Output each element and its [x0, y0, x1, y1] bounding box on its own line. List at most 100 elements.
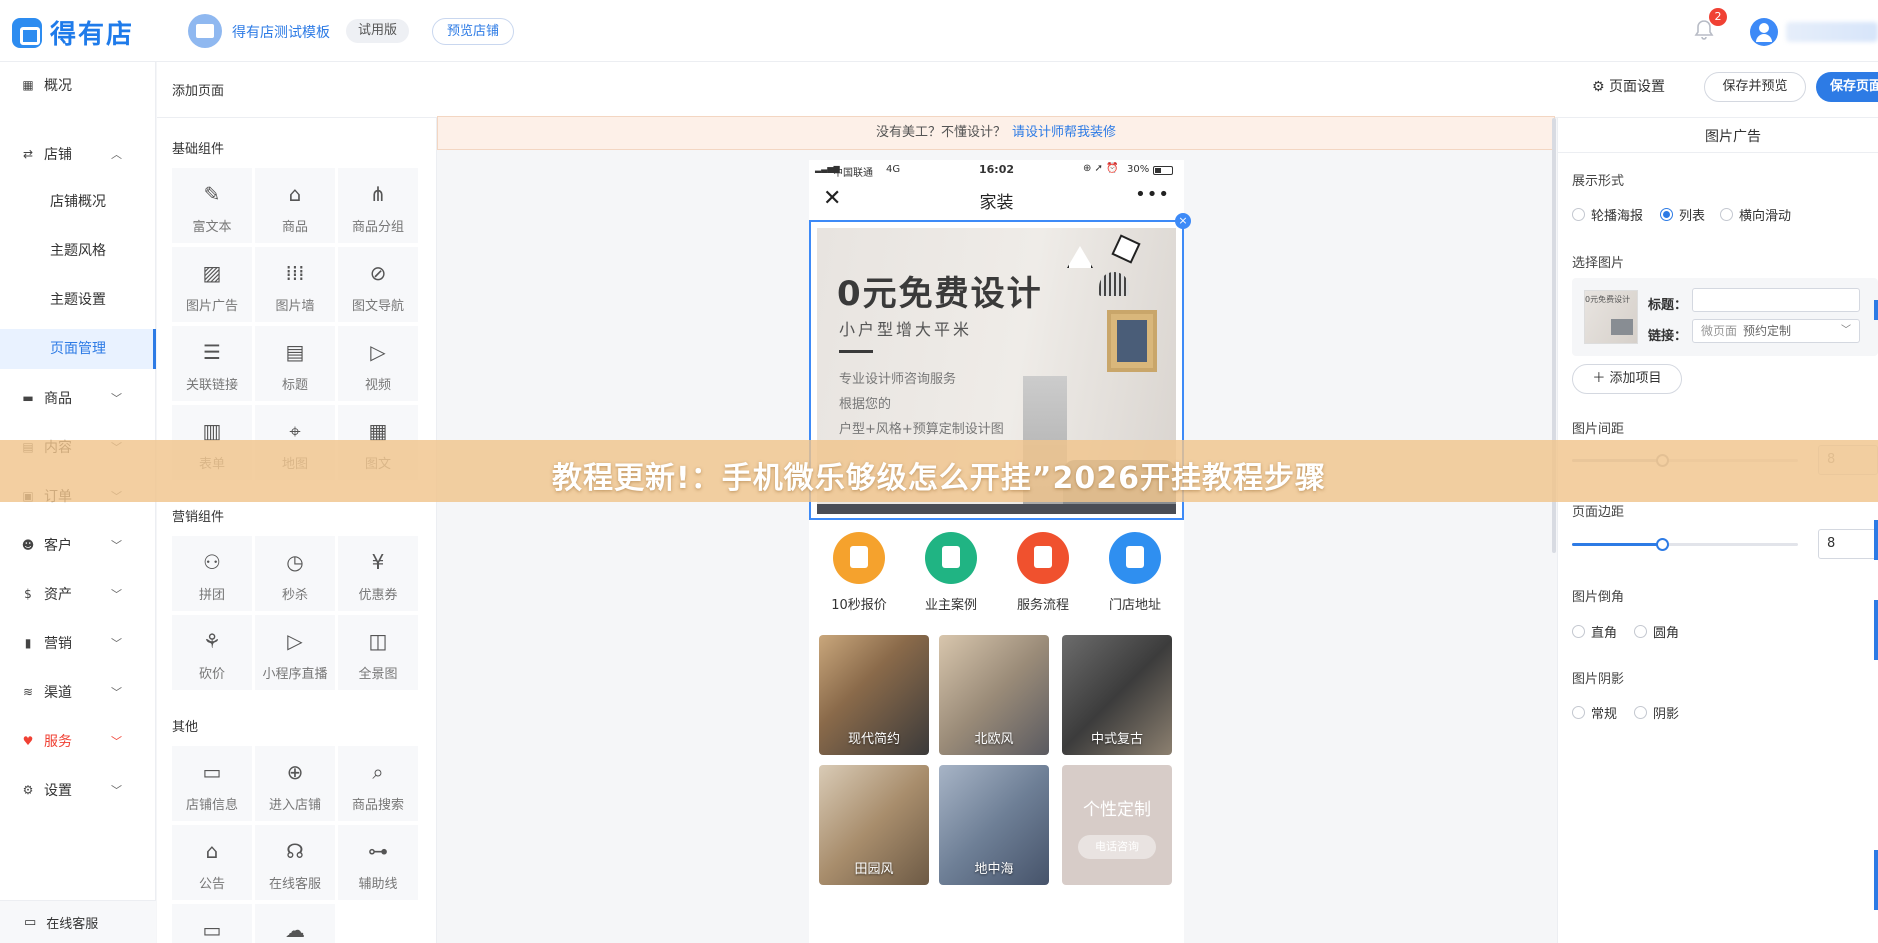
select-image-label: 选择图片 [1572, 256, 1625, 271]
sidebar-item-store[interactable]: ⇄ 店铺 ︿ [0, 134, 156, 174]
dots-grid-icon: ⁞⁞⁞ [285, 261, 305, 285]
sidebar-item-settings[interactable]: ⚙ 设置 ﹀ [0, 770, 156, 810]
style-tile-modern[interactable]: 现代简约 [819, 635, 929, 755]
preview-store-button[interactable]: 预览店铺 [432, 18, 515, 45]
component-live-stream[interactable]: ▷ 小程序直播 [255, 615, 335, 690]
component-rich-text[interactable]: ✎ 富文本 [172, 168, 252, 243]
online-service-button[interactable]: ▭ 在线客服 [0, 900, 156, 943]
component-product[interactable]: ⌂ 商品 [255, 168, 335, 243]
style-tile-label: 北欧风 [974, 732, 1014, 747]
sidebar-item-channels[interactable]: ≋ 渠道 ﹀ [0, 672, 156, 712]
radio-label: 常规 [1591, 707, 1618, 722]
user-name[interactable] [1786, 22, 1878, 42]
remove-component-icon[interactable]: × [1175, 213, 1191, 229]
location-icon[interactable] [1109, 532, 1161, 584]
radio-carousel[interactable]: 轮播海报 [1572, 205, 1643, 224]
radio-shadow-normal[interactable]: 常规 [1572, 703, 1617, 722]
sidebar-sub-page-management[interactable]: 页面管理 [0, 329, 156, 369]
radio-shadow-on[interactable]: 阴影 [1634, 703, 1679, 722]
component-image-nav[interactable]: ⊘ 图文导航 [338, 247, 418, 322]
sidebar-item-assets[interactable]: $ 资产 ﹀ [0, 574, 156, 614]
sidebar-item-overview[interactable]: ▦ 概况 [0, 65, 156, 105]
component-image-ad[interactable]: ▨ 图片广告 [172, 247, 252, 322]
component-image-wall[interactable]: ⁞⁞⁞ 图片墙 [255, 247, 335, 322]
component-bargain[interactable]: ⚘ 砍价 [172, 615, 252, 690]
page-margin-slider[interactable] [1572, 538, 1798, 551]
case-icon[interactable] [925, 532, 977, 584]
panel-edge-handle[interactable] [1874, 520, 1878, 560]
floor-illustration [817, 504, 1176, 514]
style-tile-custom[interactable]: 个性定制 电话咨询 [1062, 765, 1172, 885]
component-divider[interactable]: ⊶ 辅助线 [338, 825, 418, 900]
designer-help-link[interactable]: 请设计师帮我装修 [1012, 125, 1116, 140]
slider-knob[interactable] [1656, 538, 1669, 551]
phone-preview: ▂▃▅▆ 中国联通 4G 16:02 ⊕ ➚ ⏰ 30% ✕ 家装 ••• × … [809, 160, 1191, 943]
style-tile-pastoral[interactable]: 田园风 [819, 765, 929, 885]
radio-square-corner[interactable]: 直角 [1572, 622, 1617, 641]
store-name[interactable]: 得有店测试模板 [232, 22, 330, 42]
sidebar-sub-theme-style[interactable]: 主题风格 [0, 231, 156, 271]
radio-round-corner[interactable]: 圆角 [1634, 622, 1679, 641]
properties-title: 图片广告 [1705, 129, 1761, 145]
sidebar-sub-theme-settings[interactable]: 主题设置 [0, 280, 156, 320]
radio-dot [1720, 208, 1733, 221]
component-title[interactable]: ▤ 标题 [255, 326, 335, 401]
style-tile-nordic[interactable]: 北欧风 [939, 635, 1049, 755]
style-tile-chinese[interactable]: 中式复古 [1062, 635, 1172, 755]
component-wechat[interactable]: ☁ [255, 904, 335, 943]
component-coupon[interactable]: ¥ 优惠券 [338, 536, 418, 611]
battery-icon [1153, 166, 1173, 175]
user-avatar[interactable] [1750, 18, 1778, 46]
sidebar-sub-store-overview[interactable]: 店铺概况 [0, 182, 156, 222]
component-store-info[interactable]: ▭ 店铺信息 [172, 746, 252, 821]
chevron-down-icon: ﹀ [111, 686, 122, 699]
component-panorama[interactable]: ◫ 全景图 [338, 615, 418, 690]
nav-icon-label: 业主案例 [924, 598, 977, 613]
component-online-service[interactable]: ☊ 在线客服 [255, 825, 335, 900]
process-icon[interactable] [1017, 532, 1069, 584]
page-settings-button[interactable]: ⚙ 页面设置 [1592, 76, 1665, 96]
phone-consult-button[interactable]: 电话咨询 [1078, 835, 1156, 859]
store-icon: ⇄ [22, 147, 34, 161]
page-margin-label: 页面边距 [1572, 505, 1625, 520]
component-enter-store[interactable]: ⊕ 进入店铺 [255, 746, 335, 821]
quote-icon[interactable] [833, 532, 885, 584]
component-notice[interactable]: ⌂ 公告 [172, 825, 252, 900]
sidebar-item-customers[interactable]: ☻ 客户 ﹀ [0, 525, 156, 565]
link-select[interactable]: 微页面 预约定制 ﹀ [1692, 319, 1860, 343]
component-product-search[interactable]: ⌕ 商品搜索 [338, 746, 418, 821]
component-label: 商品分组 [351, 220, 404, 235]
sidebar-item-products[interactable]: ▬ 商品 ﹀ [0, 378, 156, 418]
component-related-links[interactable]: ☰ 关联链接 [172, 326, 252, 401]
style-tile-mediterranean[interactable]: 地中海 [939, 765, 1049, 885]
phone-page-title: 家装 [979, 193, 1014, 213]
component-window[interactable]: ▭ [172, 904, 252, 943]
title-input[interactable] [1692, 288, 1860, 312]
radio-label: 轮播海报 [1591, 209, 1644, 224]
headset-icon: ☊ [286, 839, 304, 863]
panel-edge-handle[interactable] [1874, 300, 1878, 320]
radio-horizontal-scroll[interactable]: 横向滑动 [1720, 205, 1791, 224]
design-tip-bar: 没有美工？不懂设计？ 请设计师帮我装修 [437, 116, 1555, 150]
banner-line: 专业设计师咨询服务 [839, 372, 957, 387]
component-product-group[interactable]: ⋔ 商品分组 [338, 168, 418, 243]
more-icon[interactable]: ••• [1135, 184, 1170, 205]
component-group-buy[interactable]: ⚇ 拼团 [172, 536, 252, 611]
radio-list[interactable]: 列表 [1660, 205, 1705, 224]
sidebar-item-marketing[interactable]: ▮ 营销 ﹀ [0, 623, 156, 663]
panel-edge-handle[interactable] [1874, 600, 1878, 660]
radio-dot [1572, 706, 1585, 719]
save-page-button[interactable]: 保存页面 [1816, 72, 1878, 102]
gear-icon: ⚙ [1592, 79, 1610, 95]
sidebar-item-service[interactable]: ♥ 服务 ﹀ [0, 721, 156, 761]
sidebar-item-label: 商品 [44, 391, 72, 407]
store-avatar[interactable] [188, 14, 222, 48]
save-preview-button[interactable]: 保存并预览 [1704, 72, 1806, 102]
brand-logo[interactable]: 得有店 [12, 14, 134, 51]
component-video[interactable]: ▷ 视频 [338, 326, 418, 401]
add-item-button[interactable]: ＋ 添加项目 [1572, 364, 1682, 394]
component-flash-sale[interactable]: ◷ 秒杀 [255, 536, 335, 611]
page-margin-input[interactable]: 8 [1818, 529, 1878, 559]
panel-edge-handle[interactable] [1874, 850, 1878, 910]
chevron-down-icon: ﹀ [111, 637, 122, 650]
